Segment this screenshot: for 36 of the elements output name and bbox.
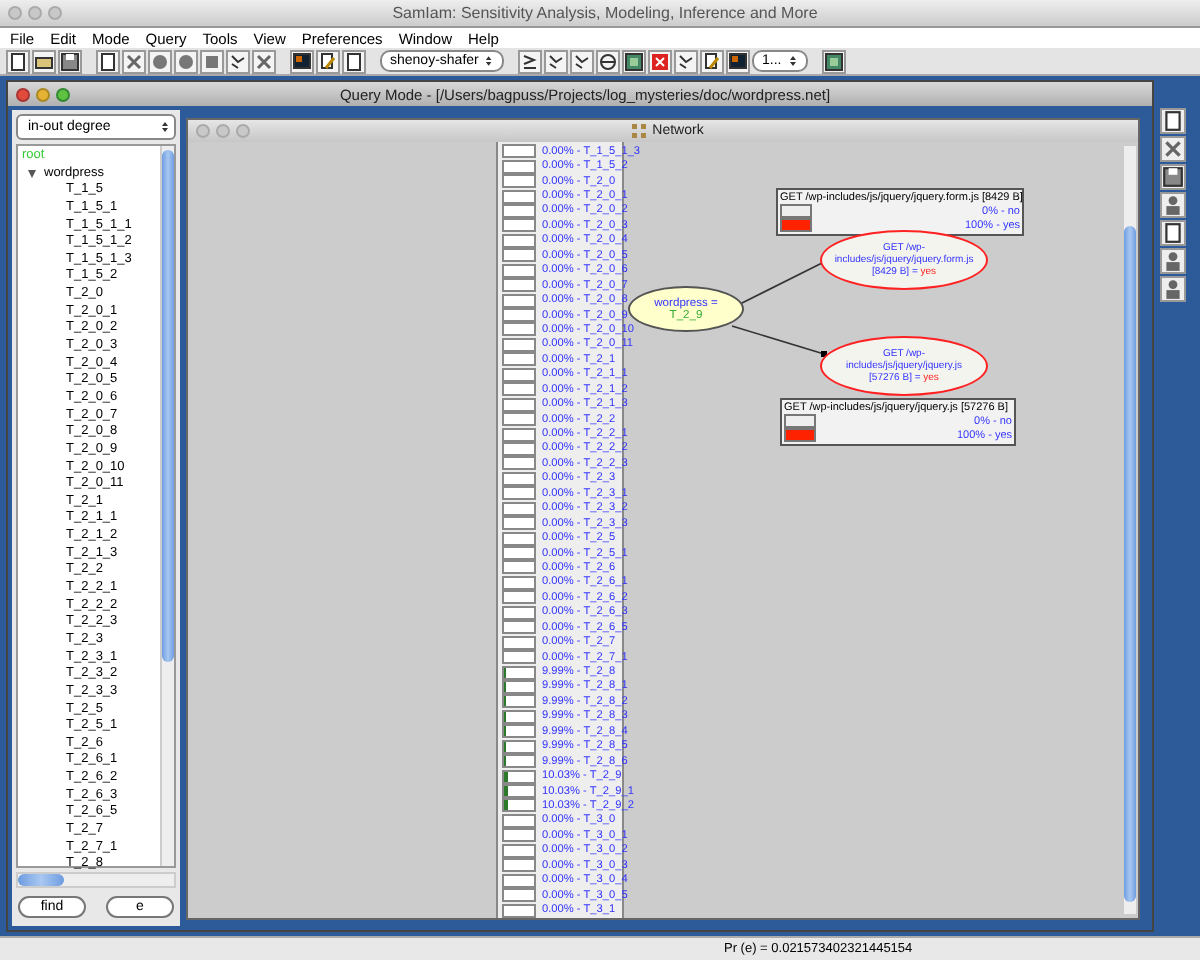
chart-icon[interactable] — [821, 49, 846, 73]
theta-icon[interactable] — [596, 49, 620, 73]
network-icon — [632, 124, 647, 138]
circle-icon[interactable] — [174, 49, 198, 73]
person-icon[interactable] — [1160, 276, 1186, 302]
person-icon[interactable] — [1160, 248, 1186, 274]
document-icon[interactable] — [1160, 108, 1186, 134]
document-icon[interactable] — [342, 49, 366, 73]
person-icon[interactable] — [1160, 192, 1186, 218]
scrollbar[interactable] — [160, 146, 174, 866]
stepper-icon — [787, 54, 798, 68]
stepper-icon — [160, 120, 170, 134]
square-icon[interactable] — [200, 49, 224, 73]
cross-icon[interactable] — [1160, 136, 1186, 162]
disk-icon[interactable] — [1160, 164, 1186, 190]
chart-icon[interactable] — [622, 49, 646, 73]
folder-icon[interactable] — [32, 49, 56, 73]
disk-icon[interactable] — [58, 49, 82, 73]
window-title: SamIam: Sensitivity Analysis, Modeling, Inference and More — [390, 4, 820, 22]
document-icon[interactable] — [6, 49, 30, 73]
edge-arrow — [731, 325, 827, 357]
monitor-icon[interactable] — [290, 49, 314, 73]
circle-icon[interactable] — [148, 49, 172, 73]
document-icon[interactable] — [1160, 220, 1186, 246]
delete-icon[interactable] — [648, 49, 672, 73]
scrollbar[interactable] — [1124, 146, 1136, 914]
pencil-icon[interactable] — [316, 49, 340, 73]
scrollbar[interactable] — [16, 872, 176, 888]
expand-triangle-icon[interactable] — [28, 169, 36, 178]
monitor-icon[interactable] — [726, 49, 750, 73]
pencil-icon[interactable] — [700, 49, 724, 73]
stepper-icon — [484, 54, 494, 68]
cross-icon[interactable] — [122, 49, 146, 73]
document-icon[interactable] — [96, 49, 120, 73]
greater-equal-icon[interactable] — [518, 49, 542, 73]
cross-icon[interactable] — [252, 49, 276, 73]
